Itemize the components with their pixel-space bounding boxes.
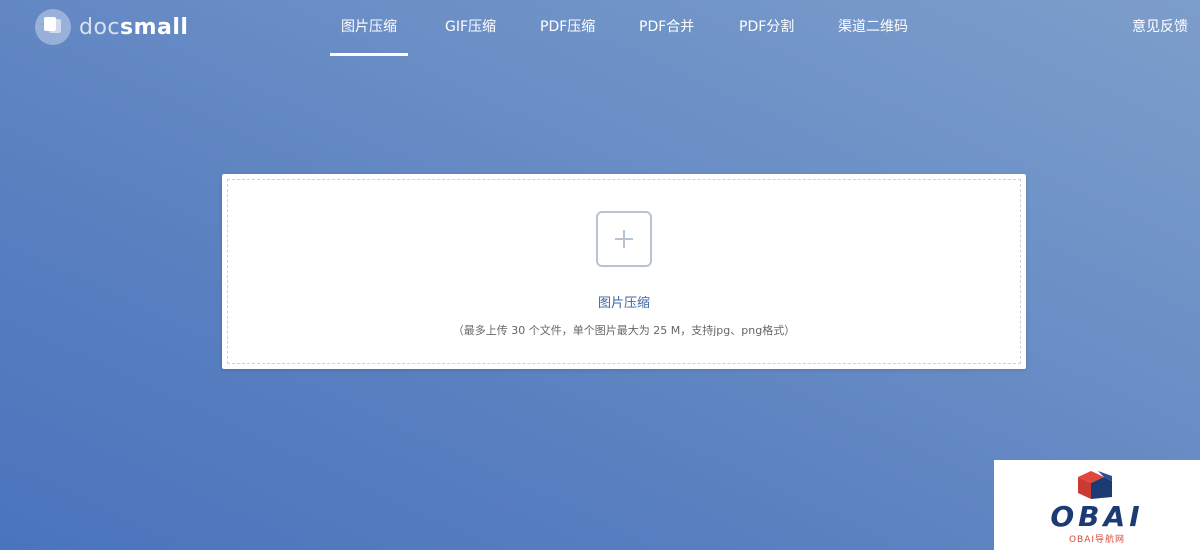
- watermark-subtitle: OBAI导航网: [1068, 535, 1126, 545]
- watermark-brand: OBAI: [1050, 500, 1144, 533]
- nav-item-pdf-split[interactable]: PDF分割: [739, 0, 794, 56]
- top-nav: 图片压缩 GIF压缩 PDF压缩 PDF合并 PDF分割 渠道二维码 意见反馈: [0, 0, 1200, 56]
- nav-item-image-compress[interactable]: 图片压缩: [330, 0, 408, 56]
- upload-button[interactable]: [596, 211, 652, 267]
- upload-title: 图片压缩: [597, 296, 650, 311]
- cube-icon: [1078, 471, 1112, 499]
- upload-card: 图片压缩 （最多上传 30 个文件，单个图片最大为 25 M，支持jpg、png…: [222, 174, 1026, 369]
- plus-icon: [615, 230, 633, 248]
- feedback-link[interactable]: 意见反馈: [1132, 0, 1188, 56]
- nav-item-qr-code[interactable]: 渠道二维码: [838, 0, 908, 56]
- watermark: OBAI OBAI导航网: [994, 460, 1200, 550]
- nav-item-pdf-merge[interactable]: PDF合并: [639, 0, 694, 56]
- upload-dropzone[interactable]: 图片压缩 （最多上传 30 个文件，单个图片最大为 25 M，支持jpg、png…: [227, 179, 1021, 364]
- nav-item-gif-compress[interactable]: GIF压缩: [445, 0, 496, 56]
- upload-hint: （最多上传 30 个文件，单个图片最大为 25 M，支持jpg、png格式）: [452, 324, 796, 337]
- nav-item-pdf-compress[interactable]: PDF压缩: [540, 0, 595, 56]
